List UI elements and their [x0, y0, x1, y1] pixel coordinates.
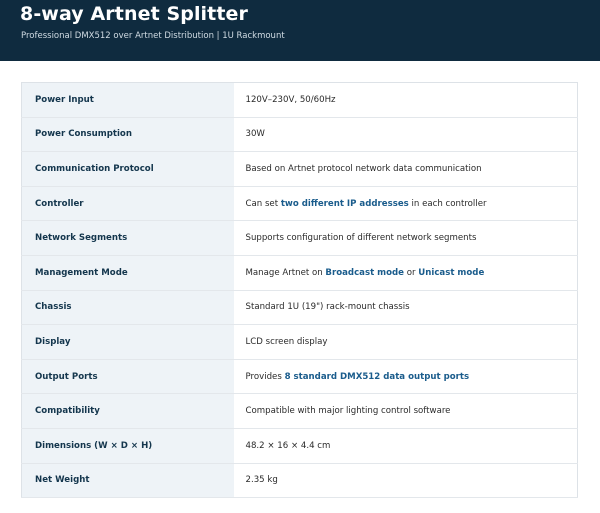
spec-table: Power Input 120V–230V, 50/60Hz Power Consu… — [21, 82, 578, 499]
spec-label: Net Weight — [21, 463, 234, 499]
spec-value-text: Supports configuration of different netw… — [245, 233, 477, 244]
spec-row: Net Weight 2.35 kg — [21, 463, 578, 499]
spec-highlight: Unicast mode — [418, 267, 485, 278]
spec-value-text: Provides — [245, 371, 285, 382]
spec-label: Management Mode — [21, 255, 234, 291]
spec-label: Chassis — [21, 290, 234, 326]
spec-value: 30W — [233, 117, 578, 153]
spec-value: 120V–230V, 50/60Hz — [233, 82, 578, 118]
spec-value: Supports configuration of different netw… — [233, 220, 578, 256]
spec-label: Display — [21, 324, 234, 360]
spec-value: Provides 8 standard DMX512 data output p… — [233, 359, 578, 395]
spec-row: Output Ports Provides 8 standard DMX512 d… — [21, 359, 578, 395]
spec-label: Dimensions (W × D × H) — [21, 428, 234, 464]
spec-label: Power Consumption — [21, 117, 234, 153]
spec-value-text: or — [404, 267, 419, 278]
spec-value-text: in each controller — [408, 198, 487, 209]
spec-label: Communication Protocol — [21, 151, 234, 187]
page-subtitle: Professional DMX512 over Artnet Distribu… — [21, 31, 285, 41]
spec-value: Based on Artnet protocol network data co… — [233, 151, 578, 187]
spec-row: Power Input 120V–230V, 50/60Hz — [21, 82, 578, 118]
spec-row: Display LCD screen display — [21, 324, 578, 360]
spec-value-text: Manage Artnet on — [245, 267, 326, 278]
spec-value-text: Standard 1U (19") rack-mount chassis — [245, 302, 410, 313]
spec-value-text: 120V–230V, 50/60Hz — [245, 94, 336, 105]
spec-highlight: 8 standard DMX512 data output ports — [284, 371, 470, 382]
spec-value: LCD screen display — [233, 324, 578, 360]
spec-table-container: Power Input 120V–230V, 50/60Hz Power Consu… — [21, 82, 578, 499]
spec-row: Power Consumption 30W — [21, 117, 578, 153]
spec-value: Manage Artnet on Broadcast mode or Unica… — [233, 255, 578, 291]
spec-value-text: 48.2 × 16 × 4.4 cm — [245, 440, 331, 451]
spec-value: Standard 1U (19") rack-mount chassis — [233, 290, 578, 326]
spec-value-text: 30W — [245, 129, 265, 140]
spec-label: Controller — [21, 186, 234, 222]
spec-value: Can set two different IP addresses in ea… — [233, 186, 578, 222]
page-title: 8-way Artnet Splitter — [20, 3, 248, 25]
spec-label: Output Ports — [21, 359, 234, 395]
spec-value-text: Based on Artnet protocol network data co… — [245, 163, 482, 174]
spec-row: Chassis Standard 1U (19") rack-mount chas… — [21, 290, 578, 326]
spec-value: 2.35 kg — [233, 463, 578, 499]
spec-value: 48.2 × 16 × 4.4 cm — [233, 428, 578, 464]
spec-highlight: Broadcast mode — [325, 267, 405, 278]
spec-value-text: 2.35 kg — [245, 475, 278, 486]
spec-row: Network Segments Supports configuration o… — [21, 220, 578, 256]
spec-row: Communication Protocol Based on Artnet pr… — [21, 151, 578, 187]
spec-label: Power Input — [21, 82, 234, 118]
spec-row: Dimensions (W × D × H) 48.2 × 16 × 4.4 cm — [21, 428, 578, 464]
spec-table-body: Power Input 120V–230V, 50/60Hz Power Consu… — [21, 82, 578, 499]
spec-value: Compatible with major lighting control s… — [233, 393, 578, 429]
spec-value-text: LCD screen display — [245, 336, 328, 347]
spec-value-text: Can set — [245, 198, 281, 209]
spec-row: Management Mode Manage Artnet on Broadcas… — [21, 255, 578, 291]
spec-highlight: two different IP addresses — [280, 198, 409, 209]
spec-label: Compatibility — [21, 393, 234, 429]
spec-row: Compatibility Compatible with major light… — [21, 393, 578, 429]
spec-row: Controller Can set two different IP addre… — [21, 186, 578, 222]
spec-label: Network Segments — [21, 220, 234, 256]
page-header: 8-way Artnet Splitter Professional DMX51… — [0, 0, 600, 61]
spec-value-text: Compatible with major lighting control s… — [245, 406, 451, 417]
